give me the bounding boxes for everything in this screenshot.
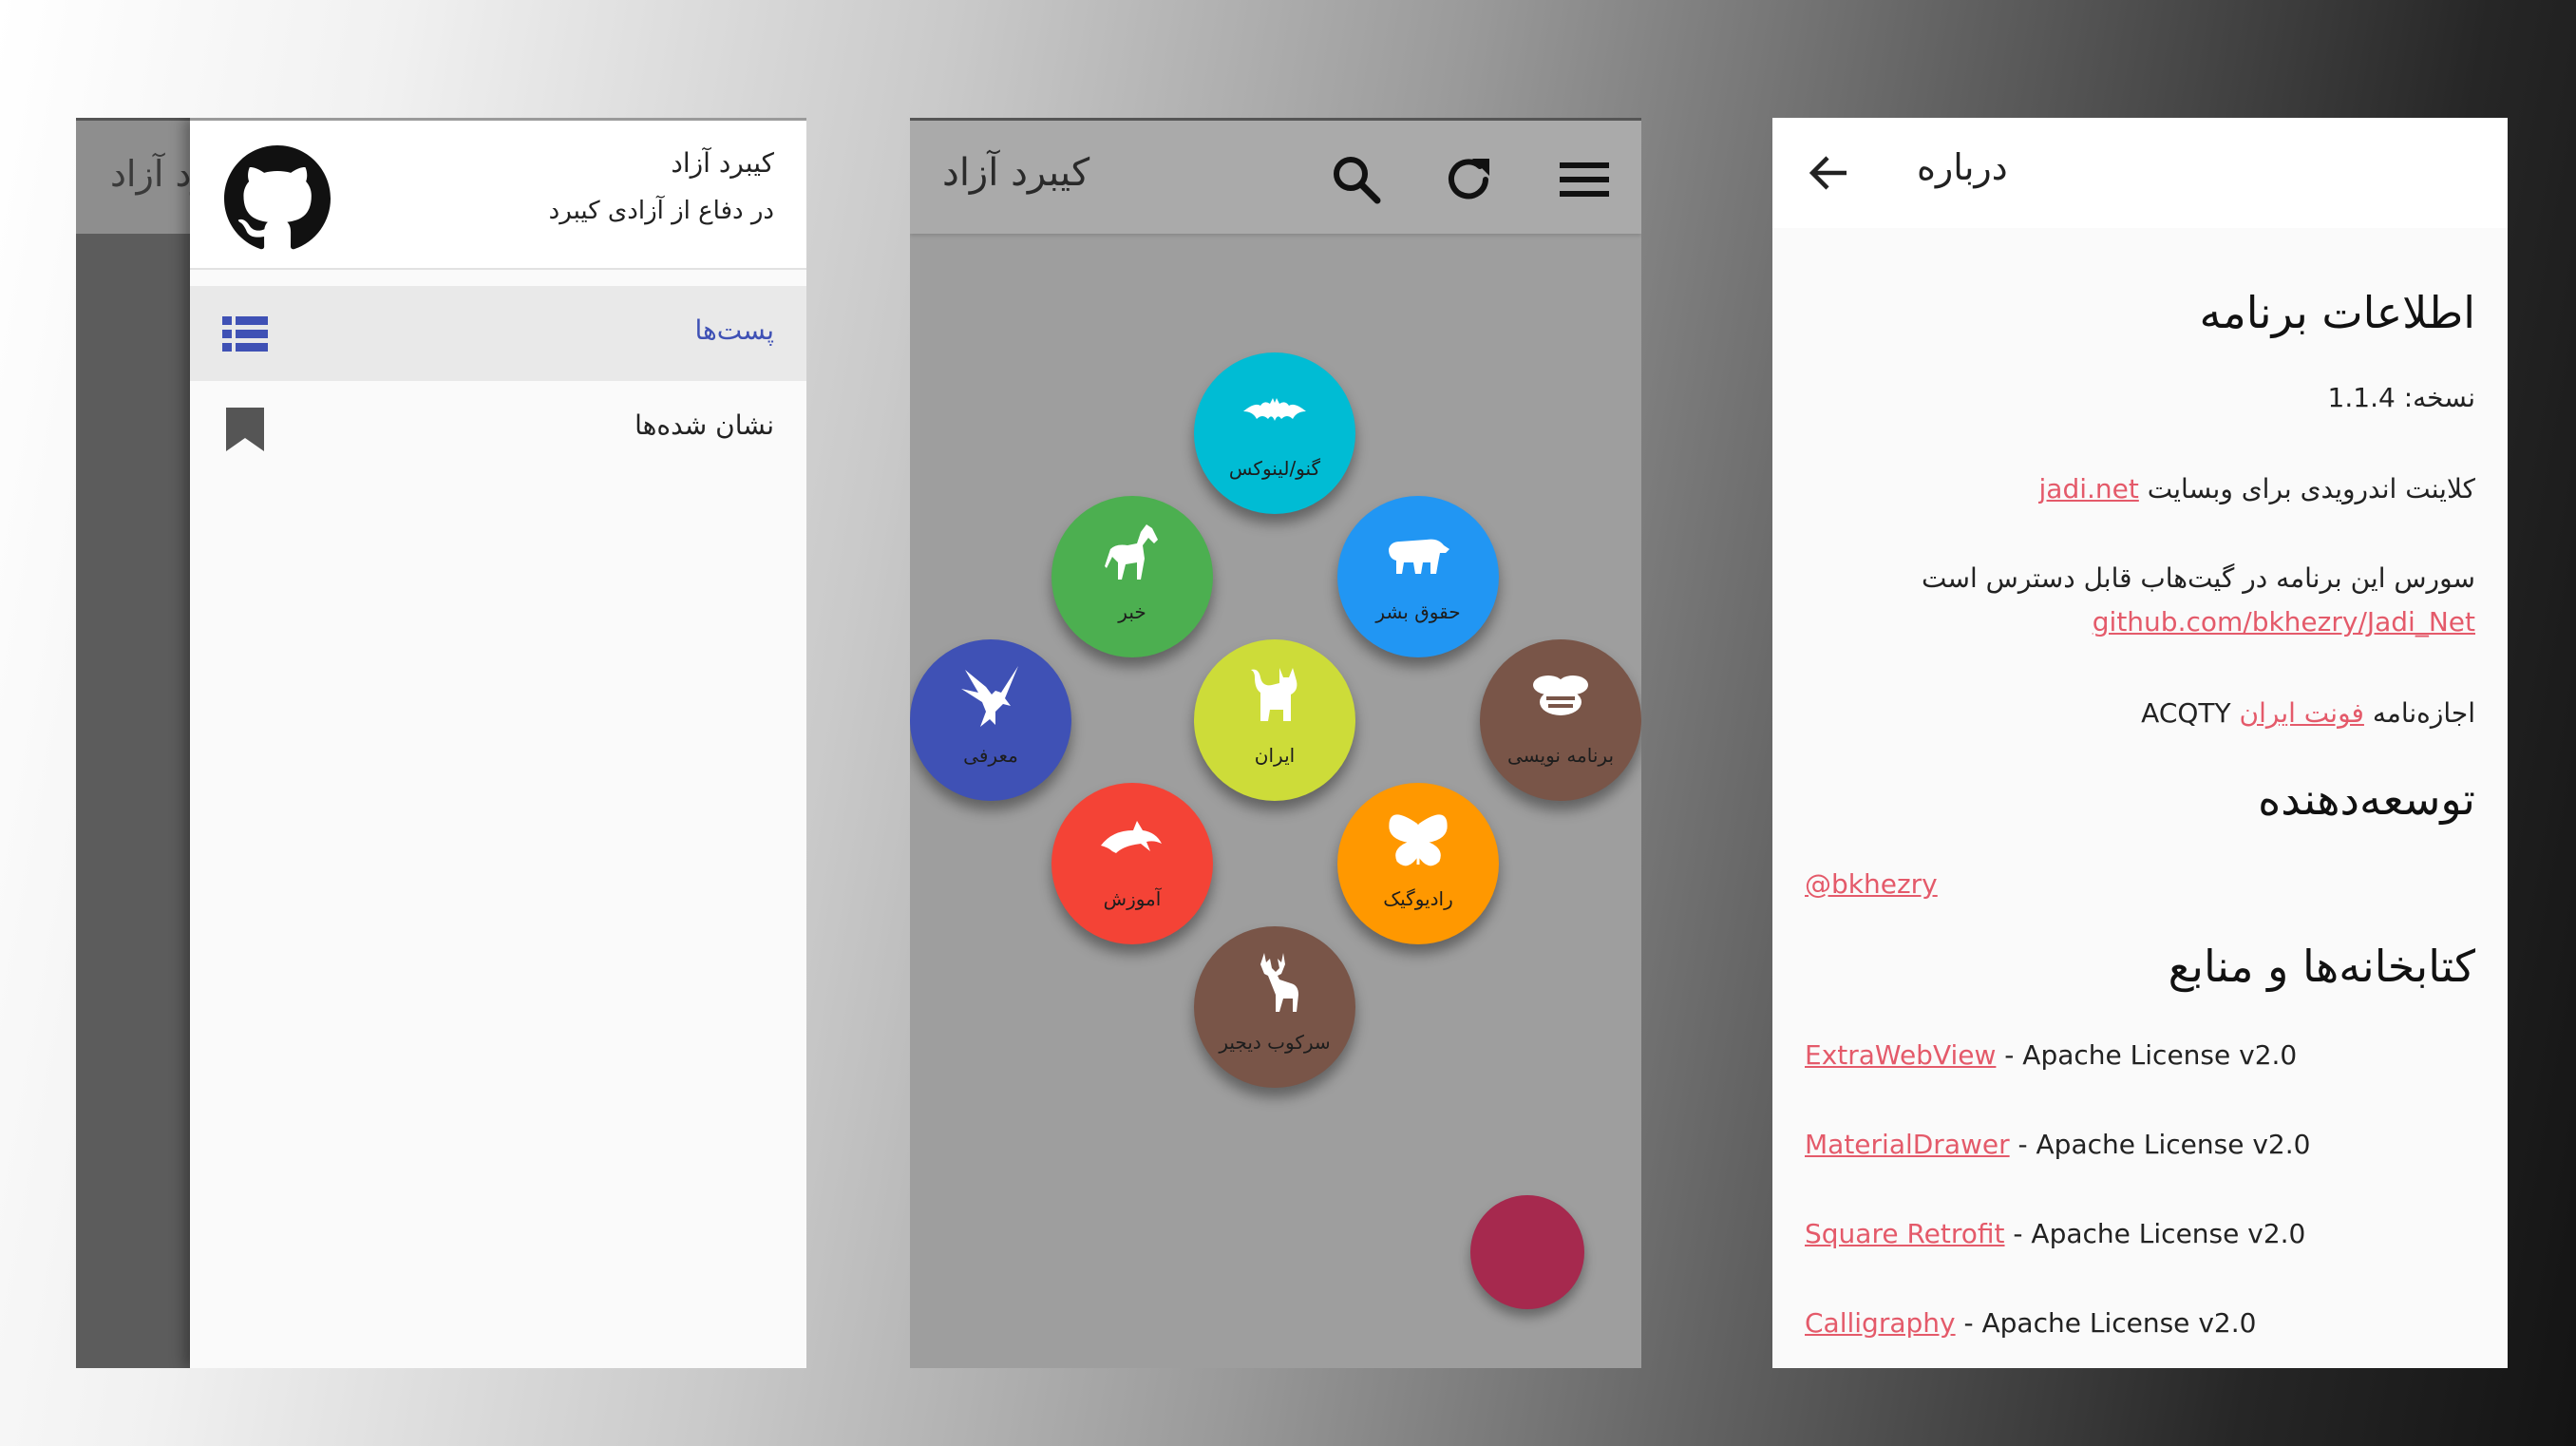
drawer-screen: کیبرد آزاد کیبرد آزاد در دفاع از آزادی ک…	[76, 118, 806, 1368]
source-row: github.com/bkhezry/Jadi_Net	[2093, 606, 2475, 637]
navigation-drawer: کیبرد آزاد در دفاع از آزادی کیبرد پست‌ها…	[190, 118, 806, 1368]
license-row: اجازه‌نامه فونت ایران ACQTY	[2141, 697, 2475, 729]
license-text: اجازه‌نامه	[2372, 697, 2475, 729]
category-label: سرکوب دیجیر	[1219, 1031, 1331, 1054]
developer-heading: توسعه‌دهنده	[2258, 773, 2475, 825]
fab-button[interactable]	[1470, 1195, 1584, 1309]
library-license: - Apache License v2.0	[1955, 1307, 2257, 1339]
category-intro[interactable]: معرفی	[910, 639, 1071, 801]
app-info-heading: اطلاعات برنامه	[2199, 287, 2475, 338]
category-human-rights[interactable]: حقوق بشر	[1337, 496, 1499, 657]
library-row: MaterialDrawer - Apache License v2.0	[1805, 1129, 2310, 1160]
category-news[interactable]: خبر	[1051, 496, 1213, 657]
category-tutorial[interactable]: آموزش	[1051, 783, 1213, 944]
category-label: رادیوگیک	[1383, 887, 1453, 910]
client-row: کلاینت اندرویدی برای وبسایت jadi.net	[2039, 473, 2476, 504]
version-value: 1.1.4	[2327, 382, 2396, 413]
drawer-app-name: کیبرد آزاد	[671, 147, 774, 179]
about-title: درباره	[1917, 146, 2008, 188]
drawer-tagline: در دفاع از آزادی کیبرد	[548, 197, 774, 225]
library-license: - Apache License v2.0	[2009, 1129, 2311, 1160]
search-icon[interactable]	[1330, 153, 1383, 206]
category-label: گنو/لینوکس	[1228, 457, 1321, 480]
category-label: ایران	[1254, 744, 1296, 767]
drawer-item-label: نشان شده‌ها	[635, 409, 774, 441]
category-label: معرفی	[963, 744, 1018, 767]
category-label: آموزش	[1103, 887, 1162, 910]
drawer-item-label: پست‌ها	[694, 314, 774, 346]
dolphin-icon	[1101, 821, 1162, 853]
library-link[interactable]: Calligraphy	[1805, 1307, 1956, 1339]
license-suffix: ACQTY	[2141, 697, 2231, 729]
library-link[interactable]: MaterialDrawer	[1805, 1129, 2010, 1160]
category-label: برنامه نویسی	[1506, 744, 1615, 767]
category-label: خبر	[1118, 600, 1146, 623]
bee-icon	[1533, 675, 1588, 715]
category-programming[interactable]: برنامه نویسی	[1480, 639, 1641, 801]
jadi-link[interactable]: jadi.net	[2039, 473, 2139, 504]
source-text: سورس این برنامه در گیت‌هاب قابل دسترس اس…	[1922, 562, 2475, 594]
list-icon	[222, 316, 268, 352]
about-screen: درباره اطلاعات برنامه نسخه: 1.1.4 کلاینت…	[1772, 118, 2508, 1368]
developer-row: @bkhezry	[1805, 868, 1938, 900]
bat-icon	[1243, 398, 1306, 421]
menu-icon[interactable]	[1558, 153, 1611, 206]
refresh-icon[interactable]	[1444, 153, 1497, 206]
library-link[interactable]: ExtraWebView	[1805, 1039, 1996, 1071]
library-license: - Apache License v2.0	[2004, 1218, 2306, 1249]
app-title: کیبرد آزاد	[942, 151, 1090, 195]
github-icon	[224, 145, 331, 250]
main-screen: کیبرد آزاد گنو/لینوکس خبر حقوق بشر معرفی	[910, 118, 1641, 1368]
cat-icon	[1251, 668, 1297, 721]
drawer-header: کیبرد آزاد در دفاع از آزادی کیبرد	[190, 121, 806, 270]
libraries-heading: کتابخانه‌ها و منابع	[2168, 941, 2475, 992]
category-digital-oppression[interactable]: سرکوب دیجیر	[1194, 926, 1355, 1088]
version-label: نسخه:	[2403, 382, 2475, 413]
category-linux[interactable]: گنو/لینوکس	[1194, 352, 1355, 514]
library-row: Calligraphy - Apache License v2.0	[1805, 1307, 2256, 1339]
bookmark-icon	[226, 408, 264, 451]
category-radiogeek[interactable]: رادیوگیک	[1337, 783, 1499, 944]
butterfly-icon	[1389, 814, 1448, 866]
client-text: کلاینت اندرویدی برای وبسایت	[2147, 473, 2475, 504]
eagle-icon	[961, 666, 1018, 727]
library-row: ExtraWebView - Apache License v2.0	[1805, 1039, 2297, 1071]
horse-icon	[1105, 524, 1158, 580]
about-app-bar: درباره	[1772, 118, 2508, 228]
drawer-item-posts[interactable]: پست‌ها	[190, 286, 806, 381]
version-row: نسخه: 1.1.4	[2328, 382, 2475, 413]
app-bar: کیبرد آزاد	[910, 118, 1641, 234]
font-license-link[interactable]: فونت ایران	[2240, 697, 2364, 729]
library-link[interactable]: Square Retrofit	[1805, 1218, 2005, 1249]
category-iran[interactable]: ایران	[1194, 639, 1355, 801]
library-license: - Apache License v2.0	[1996, 1039, 2298, 1071]
drawer-item-bookmarks[interactable]: نشان شده‌ها	[190, 381, 806, 476]
deer-icon	[1260, 953, 1298, 1012]
back-arrow-icon[interactable]	[1807, 150, 1852, 196]
library-row: Square Retrofit - Apache License v2.0	[1805, 1218, 2305, 1249]
category-label: حقوق بشر	[1375, 600, 1461, 623]
developer-link[interactable]: @bkhezry	[1805, 868, 1938, 900]
github-link[interactable]: github.com/bkhezry/Jadi_Net	[2093, 606, 2475, 637]
bear-icon	[1389, 539, 1449, 574]
